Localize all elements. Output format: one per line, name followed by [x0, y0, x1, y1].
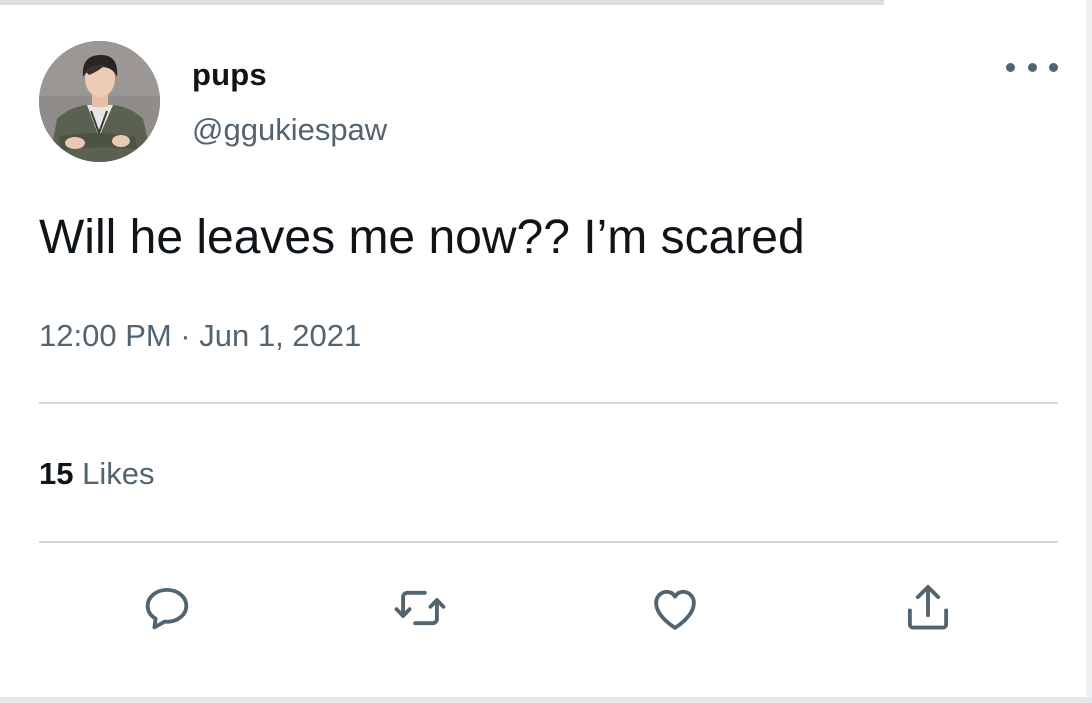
tweet-card: pups @ggukiespaw Will he leaves me now??… [0, 5, 1086, 697]
share-icon [907, 585, 949, 630]
author-handle[interactable]: @ggukiespaw [192, 112, 387, 148]
more-icon-dot [1027, 62, 1037, 72]
retweet-button[interactable] [390, 578, 450, 638]
heart-icon [654, 589, 696, 630]
avatar-photo [39, 41, 160, 162]
like-button[interactable] [645, 578, 705, 638]
reply-icon [145, 587, 189, 630]
frame-right-border [1086, 0, 1092, 703]
tweet-timestamp[interactable]: 12:00 PM · Jun 1, 2021 [39, 318, 361, 354]
more-options-button[interactable] [1006, 55, 1058, 79]
likes-label: Likes [82, 456, 155, 491]
retweet-icon [394, 590, 446, 626]
reply-button[interactable] [137, 578, 197, 638]
more-icon-dot [1006, 62, 1015, 72]
avatar[interactable] [39, 41, 160, 162]
more-icon-dot [1049, 62, 1058, 72]
likes-count-link[interactable]: 15 Likes [39, 456, 154, 492]
share-button[interactable] [898, 578, 958, 638]
frame-bottom-border [0, 697, 1092, 703]
likes-count: 15 [39, 456, 74, 491]
tweet-text: Will he leaves me now?? I’m scared [39, 211, 805, 264]
author-display-name[interactable]: pups [192, 57, 267, 93]
divider [39, 402, 1058, 404]
divider [39, 541, 1058, 543]
